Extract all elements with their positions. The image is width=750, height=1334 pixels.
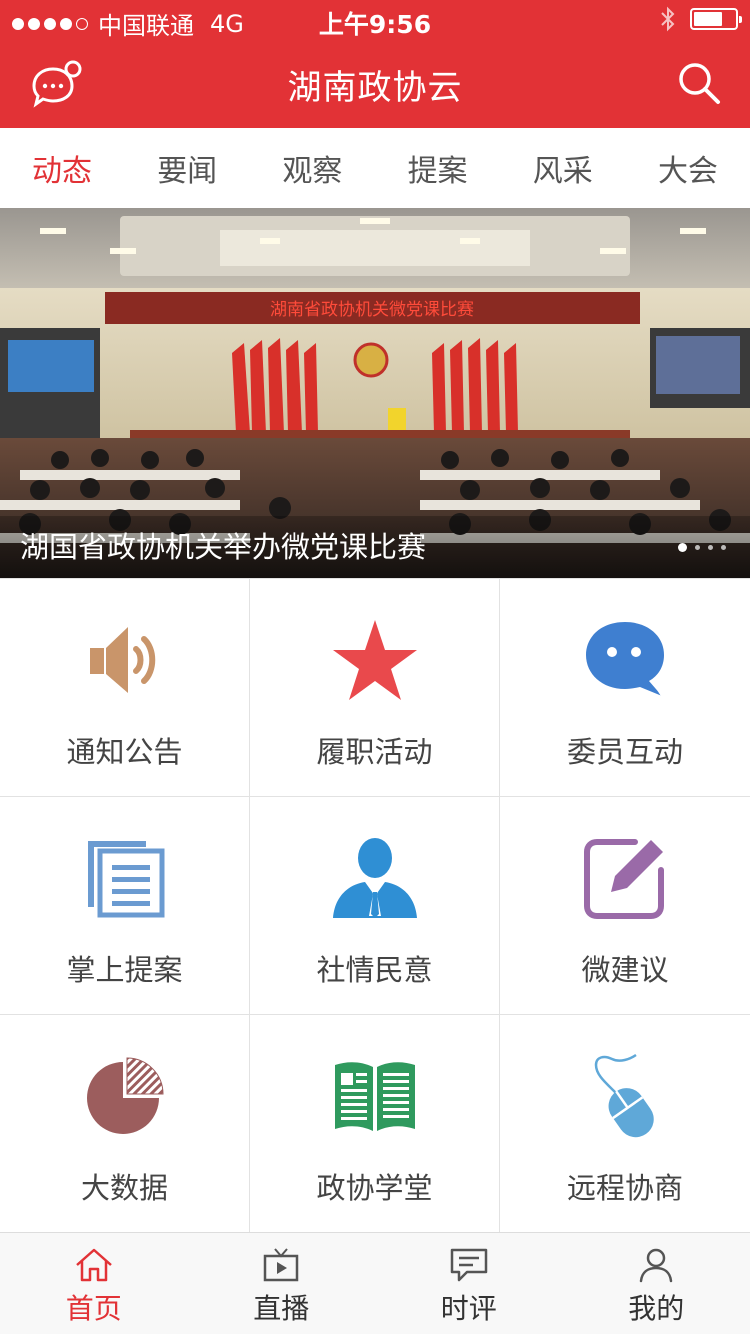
grid-item-big-data[interactable]: 大数据 (0, 1015, 250, 1233)
news-banner[interactable]: 湖南省政协机关微党课比赛 湖国省政协机关举办微党课比赛 (0, 208, 750, 578)
person-icon (332, 838, 417, 918)
pie-chart-icon (86, 1057, 164, 1134)
banner-pager (678, 543, 726, 552)
nav-home[interactable]: 首页 (0, 1233, 188, 1334)
nav-label: 时评 (440, 1292, 497, 1325)
user-icon (640, 1248, 673, 1283)
grid-item-suggestion[interactable]: 微建议 (500, 797, 750, 1015)
tab-tian[interactable]: 提案 (408, 146, 468, 190)
grid-item-remote-consult[interactable]: 远程协商 (500, 1015, 750, 1233)
tab-dongtai[interactable]: 动态 (32, 146, 92, 190)
app-title: 湖南政协云 (287, 67, 463, 108)
pager-dot (708, 545, 713, 550)
bluetooth-icon (661, 6, 675, 32)
nav-commentary[interactable]: 时评 (375, 1233, 563, 1334)
grid-item-interaction[interactable]: 委员互动 (500, 579, 750, 797)
tab-fengcai[interactable]: 风采 (533, 146, 593, 190)
search-icon[interactable] (676, 60, 722, 106)
banner-caption-bar: 湖国省政协机关举办微党课比赛 (0, 516, 750, 578)
grid-item-notice[interactable]: 通知公告 (0, 579, 250, 797)
mouse-icon (594, 1053, 654, 1138)
documents-icon (87, 841, 164, 918)
comment-icon (450, 1248, 487, 1282)
grid-item-label: 通知公告 (66, 735, 183, 769)
grid-item-public-opinion[interactable]: 社情民意 (250, 797, 500, 1015)
edit-icon (584, 839, 664, 919)
grid-item-activities[interactable]: 履职活动 (250, 579, 500, 797)
app-header: 湖南政协云 (0, 40, 750, 128)
category-tabs: 动态 要闻 观察 提案 风采 大会 (0, 128, 750, 208)
banner-caption: 湖国省政协机关举办微党课比赛 (20, 530, 427, 564)
grid-item-academy[interactable]: 政协学堂 (250, 1015, 500, 1233)
star-icon (332, 620, 417, 700)
clock: 上午9:56 (318, 10, 432, 39)
book-icon (334, 1062, 415, 1131)
grid-item-label: 大数据 (80, 1171, 168, 1205)
nav-live[interactable]: 直播 (188, 1233, 376, 1334)
grid-item-label: 政协学堂 (316, 1171, 433, 1205)
tab-guancha[interactable]: 观察 (282, 146, 342, 190)
pager-dot (695, 545, 700, 550)
nav-label: 首页 (65, 1292, 122, 1325)
hall-sign-text: 湖南省政协机关微党课比赛 (270, 299, 474, 320)
tab-yaowen[interactable]: 要闻 (157, 146, 217, 190)
grid-item-label: 社情民意 (316, 953, 433, 987)
grid-item-label: 微建议 (581, 953, 669, 987)
home-icon (75, 1248, 112, 1282)
tab-dahui[interactable]: 大会 (658, 146, 718, 190)
nav-mine[interactable]: 我的 (563, 1233, 750, 1334)
bottom-tab-bar: 首页 直播 时评 我的 (0, 1232, 750, 1334)
pager-dot-active (678, 543, 687, 552)
grid-item-label: 远程协商 (566, 1171, 683, 1205)
grid-item-label: 委员互动 (566, 735, 683, 769)
status-bar: 中国联通 4G 上午9:56 (0, 0, 750, 40)
pager-dot (721, 545, 726, 550)
grid-item-proposal[interactable]: 掌上提案 (0, 797, 250, 1015)
message-bubble-icon[interactable] (28, 60, 82, 108)
tv-icon (264, 1248, 299, 1282)
grid-item-label: 掌上提案 (66, 953, 183, 987)
nav-label: 直播 (253, 1292, 310, 1325)
chat-bubble-icon (586, 622, 664, 697)
feature-grid: 通知公告 履职活动 委员互动 掌上提案 社情民意 微建议 大数据 政协学堂 远程… (0, 578, 750, 1233)
top-bar: 中国联通 4G 上午9:56 湖南政协云 (0, 0, 750, 128)
battery-icon (690, 8, 742, 30)
speaker-icon (89, 627, 155, 693)
nav-label: 我的 (628, 1292, 685, 1325)
grid-item-label: 履职活动 (316, 735, 433, 769)
